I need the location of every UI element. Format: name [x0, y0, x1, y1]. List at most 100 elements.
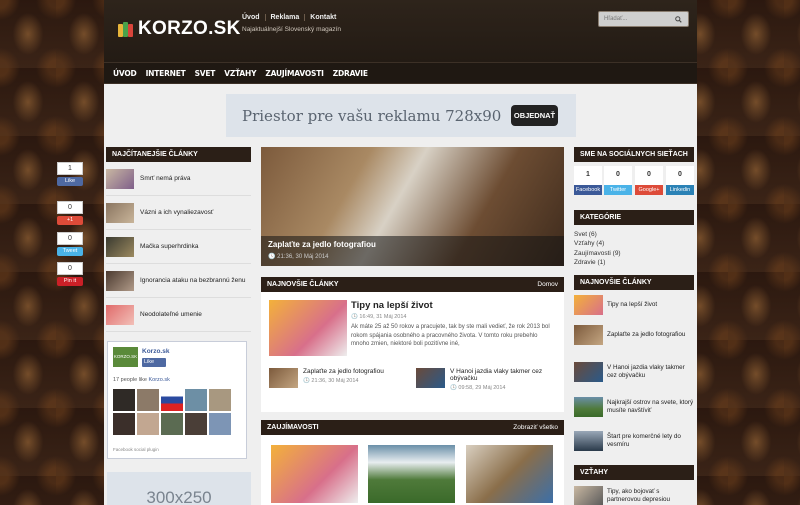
article-thumbnail[interactable]	[106, 270, 134, 291]
gplus-share-count: 0	[57, 201, 83, 214]
nav-item-zdravie[interactable]: ZDRAVIE	[333, 69, 368, 78]
fb-people-page-link[interactable]: Korzo.sk	[148, 377, 169, 383]
fb-page-logo[interactable]: KORZO.SK	[113, 347, 138, 367]
most-read-item[interactable]: Neodolateľné umenie	[106, 298, 251, 332]
most-read-item[interactable]: Smrť nemá práva	[106, 162, 251, 196]
ad-300x250[interactable]: 300x250	[107, 472, 251, 505]
search-box[interactable]: Hľadať...	[598, 11, 689, 27]
order-ad-button[interactable]: OBJEDNAŤ	[511, 105, 558, 126]
fan-avatar[interactable]	[185, 389, 207, 411]
article-thumbnail[interactable]	[106, 168, 134, 189]
hero-title[interactable]: Zaplaťte za jedlo fotografiou	[268, 240, 376, 249]
article-thumbnail[interactable]	[574, 486, 603, 505]
top-link-kontakt[interactable]: Kontakt	[304, 14, 341, 21]
tweet-share-widget[interactable]: 0 Tweet	[57, 232, 83, 256]
fan-avatar[interactable]	[113, 389, 135, 411]
tweet-button[interactable]: Tweet	[57, 247, 83, 256]
fan-avatar[interactable]	[209, 389, 231, 411]
latest-mini-article[interactable]: Zaplaťte za jedlo fotografiou 🕓 21:36, 3…	[269, 368, 409, 388]
ad-banner[interactable]: Priestor pre vašu reklamu 728x90 OBJEDNA…	[226, 94, 576, 137]
linkedin-counter[interactable]: 0 Linkedin	[666, 166, 694, 195]
fan-avatar[interactable]	[137, 413, 159, 435]
article-title[interactable]: Zaplaťte za jedlo fotografiou	[607, 331, 685, 339]
article-title[interactable]: Vázni a ich vynaliezavosť	[140, 209, 213, 216]
top-link-reklama[interactable]: Reklama	[264, 14, 305, 21]
nav-item-uvod[interactable]: ÚVOD	[113, 69, 137, 78]
pin-share-widget[interactable]: 0 Pin it	[57, 262, 83, 286]
mini-title[interactable]: V Hanoi jazdia vlaky takmer cez obývačku	[450, 368, 556, 382]
article-title[interactable]: Tipy na lepší život	[607, 301, 657, 309]
most-read-item[interactable]: Mačka superhrdinka	[106, 230, 251, 264]
featured-thumbnail[interactable]	[269, 300, 347, 356]
article-thumbnail[interactable]	[106, 304, 134, 325]
article-title[interactable]: Neodolateľné umenie	[140, 311, 202, 318]
site-logo[interactable]: KORZO.SK	[118, 18, 241, 40]
interest-thumbnail[interactable]	[366, 443, 457, 505]
article-thumbnail[interactable]	[574, 362, 603, 382]
interest-thumbnail[interactable]	[269, 443, 360, 505]
category-item[interactable]: Zaujímavosti (9)	[574, 249, 621, 258]
interest-thumbnail[interactable]	[464, 443, 555, 505]
article-thumbnail[interactable]	[106, 202, 134, 223]
category-item[interactable]: Vzťahy (4)	[574, 239, 621, 248]
category-item[interactable]: Zdravie (1)	[574, 258, 621, 267]
latest-mini-article[interactable]: V Hanoi jazdia vlaky takmer cez obývačku…	[416, 368, 556, 391]
fan-avatar[interactable]	[113, 413, 135, 435]
top-link-uvod[interactable]: Úvod	[242, 14, 265, 21]
article-thumbnail[interactable]	[574, 397, 603, 417]
pin-button[interactable]: Pin it	[57, 277, 83, 286]
article-title[interactable]: Najkrajší ostrov na svete, ktorý musíte …	[607, 399, 694, 415]
facebook-label[interactable]: Facebook	[574, 185, 602, 195]
hero-article[interactable]: Zaplaťte za jedlo fotografiou 🕓 21:36, 3…	[261, 147, 564, 266]
gplus-share-widget[interactable]: 0 +1	[57, 201, 83, 225]
fb-page-like-button[interactable]: Like	[142, 358, 166, 367]
facebook-counter[interactable]: 1 Facebook	[574, 166, 602, 195]
search-input[interactable]: Hľadať...	[604, 16, 627, 22]
fan-avatar[interactable]	[209, 413, 231, 435]
mini-thumbnail[interactable]	[416, 368, 445, 388]
article-thumbnail[interactable]	[574, 295, 603, 315]
interests-view-all-link[interactable]: Zobraziť všetko	[513, 420, 558, 435]
relationships-item[interactable]: Tipy, ako bojovať s partnerovou depresio…	[574, 486, 694, 505]
most-read-item[interactable]: Ignorancia ataku na bezbrannú ženu	[106, 264, 251, 298]
article-title[interactable]: Štart pre komerčné lety do vesmíru	[607, 433, 694, 449]
twitter-counter[interactable]: 0 Twitter	[604, 166, 632, 195]
fb-share-widget[interactable]: 1 Like	[57, 162, 83, 186]
right-latest-item[interactable]: Štart pre komerčné lety do vesmíru	[574, 431, 694, 451]
right-latest-item[interactable]: Tipy na lepší život	[574, 295, 694, 315]
most-read-item[interactable]: Vázni a ich vynaliezavosť	[106, 196, 251, 230]
googleplus-label[interactable]: Google+	[635, 185, 663, 195]
category-item[interactable]: Svet (6)	[574, 230, 621, 239]
latest-home-link[interactable]: Domov	[537, 277, 558, 292]
featured-title[interactable]: Tipy na lepší život	[351, 300, 433, 311]
article-title[interactable]: Smrť nemá práva	[140, 175, 190, 182]
fb-page-name[interactable]: Korzo.sk	[142, 348, 169, 355]
article-title[interactable]: Ignorancia ataku na bezbrannú ženu	[140, 277, 246, 284]
right-latest-item[interactable]: Najkrajší ostrov na svete, ktorý musíte …	[574, 397, 694, 417]
googleplus-counter[interactable]: 0 Google+	[635, 166, 663, 195]
article-thumbnail[interactable]	[574, 431, 603, 451]
fan-avatar[interactable]	[161, 413, 183, 435]
fan-avatar[interactable]	[137, 389, 159, 411]
article-thumbnail[interactable]	[106, 236, 134, 257]
linkedin-label[interactable]: Linkedin	[666, 185, 694, 195]
latest-heading: NAJNOVŠIE ČLÁNKY Domov	[261, 277, 564, 292]
fan-avatar[interactable]	[161, 389, 183, 411]
nav-item-internet[interactable]: INTERNET	[146, 69, 186, 78]
gplus-button[interactable]: +1	[57, 216, 83, 225]
search-icon[interactable]	[675, 16, 682, 23]
fb-like-button[interactable]: Like	[57, 177, 83, 186]
mini-thumbnail[interactable]	[269, 368, 298, 388]
fan-avatar[interactable]	[185, 413, 207, 435]
right-latest-item[interactable]: V Hanoi jazdia vlaky takmer cez obývačku	[574, 362, 694, 382]
nav-item-zaujimavosti[interactable]: ZAUJÍMAVOSTI	[265, 69, 324, 78]
article-thumbnail[interactable]	[574, 325, 603, 345]
twitter-label[interactable]: Twitter	[604, 185, 632, 195]
article-title[interactable]: Tipy, ako bojovať s partnerovou depresio…	[607, 488, 694, 504]
article-title[interactable]: Mačka superhrdinka	[140, 243, 199, 250]
mini-title[interactable]: Zaplaťte za jedlo fotografiou	[303, 368, 384, 375]
nav-item-svet[interactable]: SVET	[195, 69, 216, 78]
nav-item-vztahy[interactable]: VZŤAHY	[224, 69, 256, 78]
article-title[interactable]: V Hanoi jazdia vlaky takmer cez obývačku	[607, 364, 694, 380]
right-latest-item[interactable]: Zaplaťte za jedlo fotografiou	[574, 325, 694, 345]
